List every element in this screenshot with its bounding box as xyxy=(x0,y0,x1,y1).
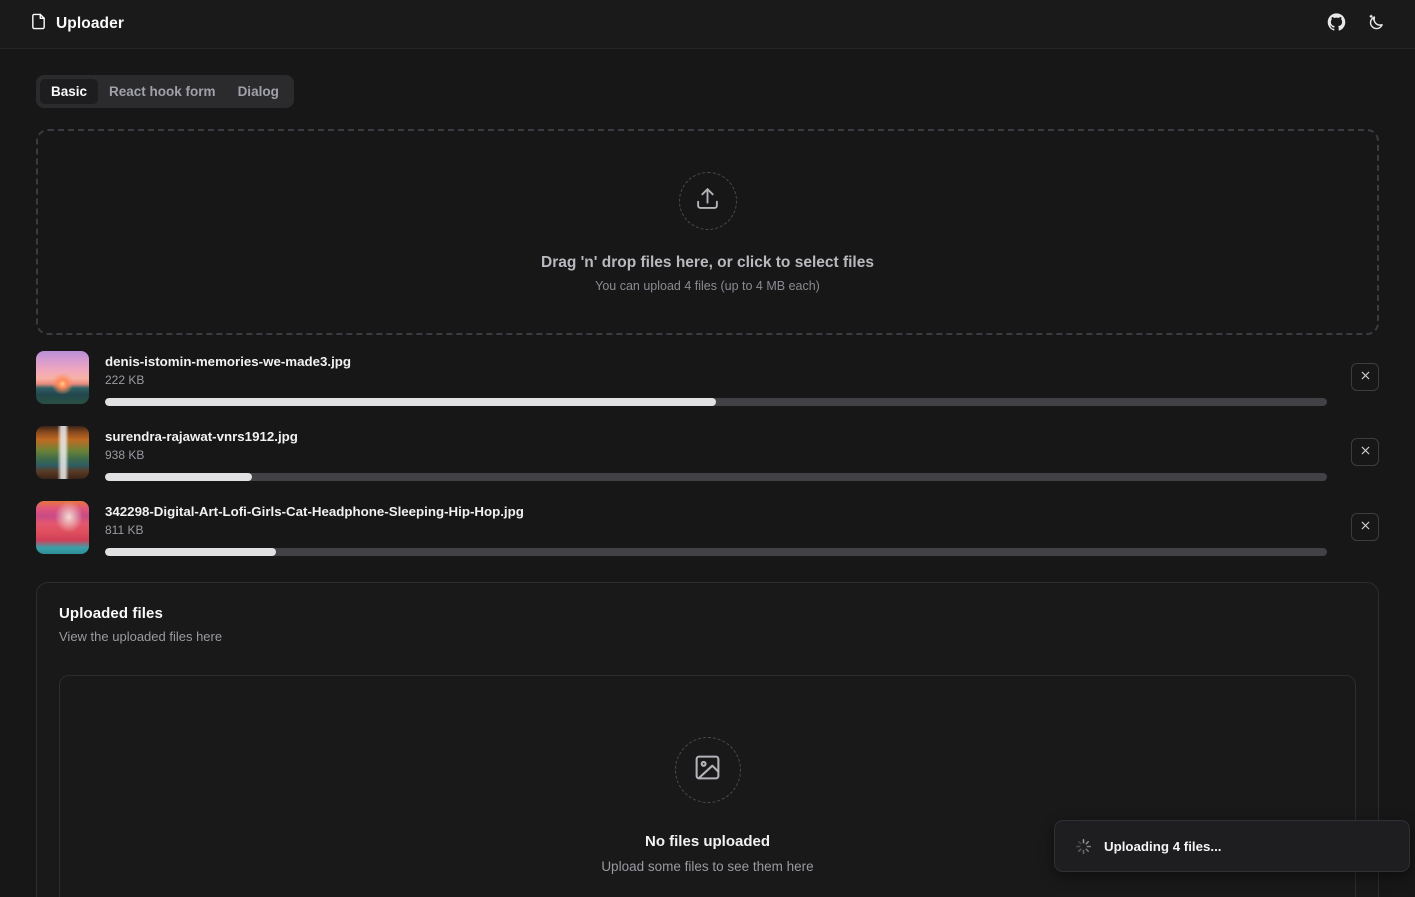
dropzone-subtitle: You can upload 4 files (up to 4 MB each) xyxy=(595,278,820,293)
file-size: 938 KB xyxy=(105,448,145,462)
app-header: Uploader xyxy=(0,0,1415,49)
close-icon xyxy=(1359,444,1372,460)
file-info: denis-istomin-memories-we-made3.jpg 222 … xyxy=(105,351,1327,406)
sunset-landscape-thumbnail xyxy=(36,351,89,404)
tab-basic[interactable]: Basic xyxy=(40,79,99,104)
remove-file-button[interactable] xyxy=(1351,513,1379,541)
close-icon xyxy=(1359,519,1372,535)
header-actions xyxy=(1321,9,1391,39)
file-icon xyxy=(30,13,47,35)
toast-message: Uploading 4 files... xyxy=(1104,838,1222,854)
close-icon xyxy=(1359,369,1372,385)
upload-progress-bar xyxy=(105,398,1327,406)
file-dropzone[interactable]: Drag 'n' drop files here, or click to se… xyxy=(36,129,1379,335)
upload-icon xyxy=(695,186,720,216)
file-info: surendra-rajawat-vnrs1912.jpg 938 KB xyxy=(105,426,1327,481)
tab-bar: Basic React hook form Dialog xyxy=(36,75,294,108)
moon-stars-icon xyxy=(1367,13,1386,35)
uploaded-files-title: Uploaded files xyxy=(59,605,163,622)
file-row: 342298-Digital-Art-Lofi-Girls-Cat-Headph… xyxy=(36,501,1379,556)
image-icon xyxy=(693,753,722,787)
file-name: surendra-rajawat-vnrs1912.jpg xyxy=(105,429,298,444)
file-info: 342298-Digital-Art-Lofi-Girls-Cat-Headph… xyxy=(105,501,1327,556)
upload-toast[interactable]: Uploading 4 files... xyxy=(1054,820,1410,872)
lofi-digital-art-thumbnail xyxy=(36,501,89,554)
image-icon-wrapper xyxy=(674,736,741,803)
upload-progress-bar xyxy=(105,548,1327,556)
file-row: surendra-rajawat-vnrs1912.jpg 938 KB xyxy=(36,426,1379,481)
tab-dialog[interactable]: Dialog xyxy=(227,79,290,104)
file-upload-list: denis-istomin-memories-we-made3.jpg 222 … xyxy=(36,351,1379,556)
empty-state-title: No files uploaded xyxy=(644,832,770,850)
empty-state-subtitle: Upload some files to see them here xyxy=(601,858,814,874)
upload-progress-bar xyxy=(105,473,1327,481)
github-link[interactable] xyxy=(1321,9,1351,39)
app-title: Uploader xyxy=(56,15,124,32)
tab-react-hook-form[interactable]: React hook form xyxy=(98,79,227,104)
spinner-icon xyxy=(1075,838,1092,855)
page-content: Basic React hook form Dialog Drag 'n' dr… xyxy=(0,49,1415,897)
upload-icon-wrapper xyxy=(678,171,737,230)
dropzone-title: Drag 'n' drop files here, or click to se… xyxy=(541,253,874,271)
upload-progress-fill xyxy=(105,473,252,481)
upload-progress-fill xyxy=(105,398,716,406)
file-name: 342298-Digital-Art-Lofi-Girls-Cat-Headph… xyxy=(105,504,524,519)
file-size: 222 KB xyxy=(105,373,145,387)
uploaded-files-description: View the uploaded files here xyxy=(59,629,223,644)
theme-toggle-button[interactable] xyxy=(1361,9,1391,39)
file-size: 811 KB xyxy=(105,523,144,537)
remove-file-button[interactable] xyxy=(1351,363,1379,391)
upload-progress-fill xyxy=(105,548,277,556)
file-row: denis-istomin-memories-we-made3.jpg 222 … xyxy=(36,351,1379,406)
waterfall-forest-thumbnail xyxy=(36,426,89,479)
github-icon xyxy=(1327,13,1346,35)
remove-file-button[interactable] xyxy=(1351,438,1379,466)
file-name: denis-istomin-memories-we-made3.jpg xyxy=(105,354,352,369)
brand: Uploader xyxy=(30,13,124,35)
